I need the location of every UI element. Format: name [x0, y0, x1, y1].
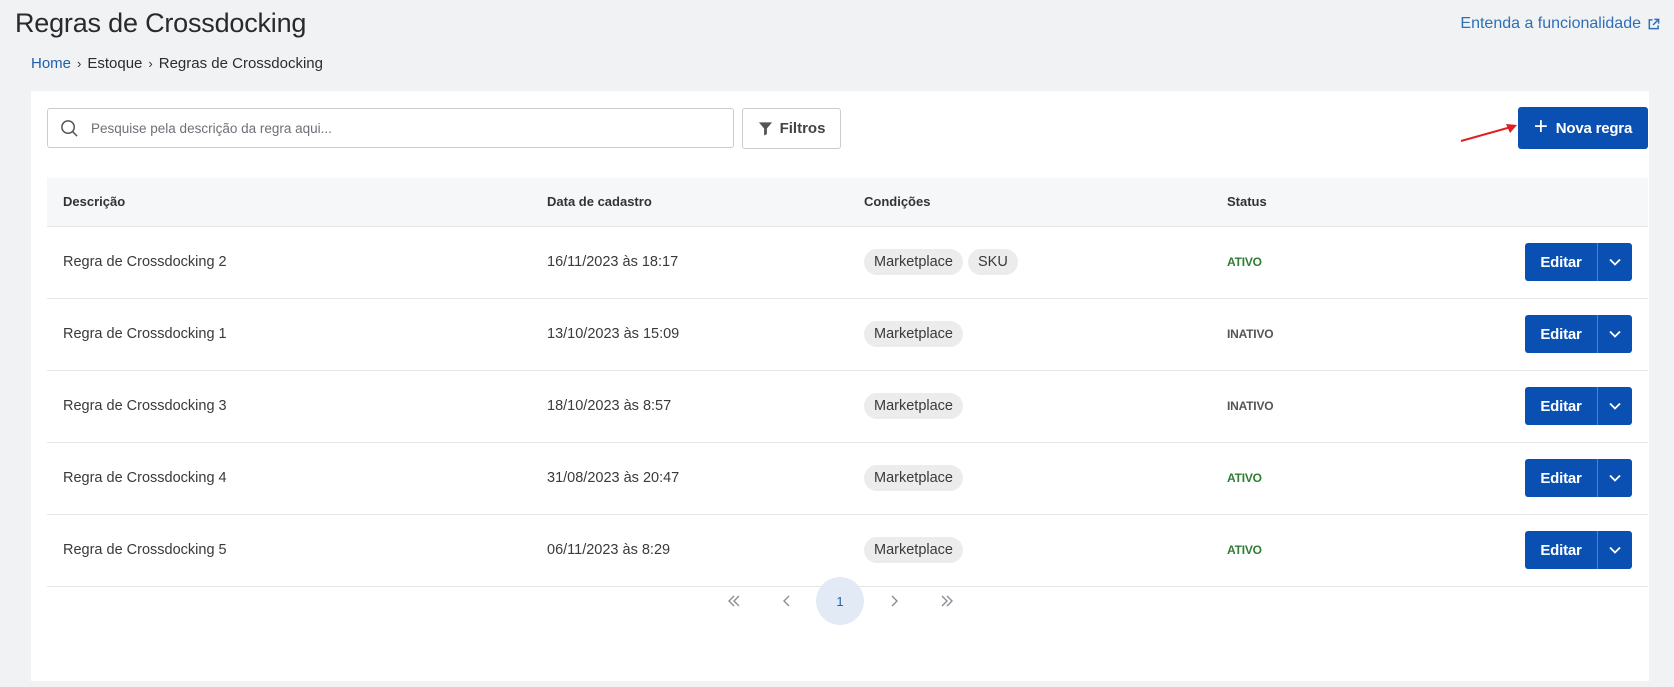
cell-condicoes: Marketplace: [864, 442, 1227, 515]
condition-chip: Marketplace: [864, 537, 963, 563]
chevron-down-icon: [1609, 474, 1621, 482]
edit-split-button: Editar: [1525, 531, 1632, 569]
edit-button[interactable]: Editar: [1525, 459, 1597, 497]
header-descricao[interactable]: Descrição: [47, 178, 547, 227]
cell-actions: Editar: [1447, 226, 1648, 299]
rules-card: Filtros + Nova regra Descrição Data de c…: [31, 91, 1649, 681]
header-condicoes[interactable]: Condições: [864, 178, 1227, 227]
cell-status: INATIVO: [1227, 370, 1447, 443]
cell-actions: Editar: [1447, 442, 1648, 515]
chevrons-left-icon: [727, 595, 739, 607]
cell-actions: Editar: [1447, 514, 1648, 587]
header-data[interactable]: Data de cadastro: [547, 178, 864, 227]
edit-button[interactable]: Editar: [1525, 243, 1597, 281]
chevron-left-icon: [782, 595, 789, 607]
breadcrumb: Home › Estoque › Regras de Crossdocking: [31, 55, 323, 72]
edit-button[interactable]: Editar: [1525, 531, 1597, 569]
new-rule-button-label: Nova regra: [1555, 119, 1633, 137]
search-box[interactable]: [47, 108, 734, 148]
edit-split-button: Editar: [1525, 459, 1632, 497]
chevron-down-icon: [1609, 546, 1621, 554]
cell-actions: Editar: [1447, 298, 1648, 371]
condition-chip: Marketplace: [864, 249, 963, 275]
header-status[interactable]: Status: [1227, 178, 1447, 227]
help-link[interactable]: Entenda a funcionalidade: [1460, 15, 1660, 33]
prev-page-button[interactable]: [760, 577, 813, 625]
condition-chip: SKU: [967, 249, 1018, 275]
search-input[interactable]: [91, 120, 691, 136]
breadcrumb-estoque[interactable]: Estoque: [87, 55, 142, 72]
chevron-down-icon: [1609, 258, 1621, 266]
more-actions-button[interactable]: [1597, 387, 1632, 425]
first-page-button[interactable]: [707, 577, 760, 625]
chevrons-right-icon: [941, 595, 953, 607]
cell-status: ATIVO: [1227, 226, 1447, 299]
cell-status: ATIVO: [1227, 442, 1447, 515]
cell-descricao: Regra de Crossdocking 5: [47, 514, 547, 587]
breadcrumb-current: Regras de Crossdocking: [158, 55, 323, 72]
cell-actions: Editar: [1447, 370, 1648, 443]
cell-data: 16/11/2023 às 18:17: [547, 226, 864, 299]
chevron-right-icon: ›: [77, 56, 82, 71]
cell-status: ATIVO: [1227, 514, 1447, 587]
condition-chip: Marketplace: [864, 465, 963, 491]
cell-data: 31/08/2023 às 20:47: [547, 442, 864, 515]
help-link-label: Entenda a funcionalidade: [1460, 15, 1641, 32]
condition-chip: Marketplace: [864, 321, 963, 347]
cell-condicoes: Marketplace: [864, 514, 1227, 587]
cell-data: 06/11/2023 às 8:29: [547, 514, 864, 587]
rules-table: Descrição Data de cadastro Condições Sta…: [47, 178, 1648, 587]
new-rule-button[interactable]: + Nova regra: [1518, 107, 1648, 149]
filter-icon: [758, 122, 772, 136]
table-header-row: Descrição Data de cadastro Condições Sta…: [47, 178, 1648, 227]
chevron-down-icon: [1609, 402, 1621, 410]
status-badge: INATIVO: [1227, 327, 1274, 341]
status-badge: ATIVO: [1227, 471, 1262, 485]
external-link-icon: [1648, 18, 1660, 29]
table-row: Regra de Crossdocking 4 31/08/2023 às 20…: [47, 442, 1648, 515]
more-actions-button[interactable]: [1597, 531, 1632, 569]
next-page-button[interactable]: [867, 577, 920, 625]
cell-status: INATIVO: [1227, 298, 1447, 371]
filter-button[interactable]: Filtros: [742, 108, 841, 149]
chevron-right-icon: ›: [148, 56, 153, 71]
more-actions-button[interactable]: [1597, 459, 1632, 497]
plus-icon: +: [1533, 113, 1548, 140]
status-badge: INATIVO: [1227, 399, 1274, 413]
table-row: Regra de Crossdocking 1 13/10/2023 às 15…: [47, 298, 1648, 371]
edit-button[interactable]: Editar: [1525, 315, 1597, 353]
cell-data: 13/10/2023 às 15:09: [547, 298, 864, 371]
filter-button-label: Filtros: [779, 120, 826, 137]
status-badge: ATIVO: [1227, 255, 1262, 269]
cell-descricao: Regra de Crossdocking 4: [47, 442, 547, 515]
chevron-down-icon: [1609, 330, 1621, 338]
edit-split-button: Editar: [1525, 243, 1632, 281]
edit-split-button: Editar: [1525, 315, 1632, 353]
cell-condicoes: Marketplace SKU: [864, 226, 1227, 299]
status-badge: ATIVO: [1227, 543, 1262, 557]
chevron-right-icon: [891, 595, 898, 607]
breadcrumb-home[interactable]: Home: [31, 55, 71, 72]
cell-data: 18/10/2023 às 8:57: [547, 370, 864, 443]
more-actions-button[interactable]: [1597, 243, 1632, 281]
pagination: 1: [31, 577, 1649, 625]
more-actions-button[interactable]: [1597, 315, 1632, 353]
cell-condicoes: Marketplace: [864, 298, 1227, 371]
table-row: Regra de Crossdocking 3 18/10/2023 às 8:…: [47, 370, 1648, 443]
cell-descricao: Regra de Crossdocking 2: [47, 226, 547, 299]
last-page-button[interactable]: [920, 577, 973, 625]
page-number-current[interactable]: 1: [816, 577, 864, 625]
table-row: Regra de Crossdocking 5 06/11/2023 às 8:…: [47, 514, 1648, 587]
header-actions: [1447, 178, 1648, 227]
annotation-arrow: [1460, 124, 1517, 142]
table-row: Regra de Crossdocking 2 16/11/2023 às 18…: [47, 226, 1648, 299]
page-title: Regras de Crossdocking: [15, 8, 307, 38]
cell-condicoes: Marketplace: [864, 370, 1227, 443]
cell-descricao: Regra de Crossdocking 3: [47, 370, 547, 443]
cell-descricao: Regra de Crossdocking 1: [47, 298, 547, 371]
edit-split-button: Editar: [1525, 387, 1632, 425]
edit-button[interactable]: Editar: [1525, 387, 1597, 425]
search-icon: [61, 119, 78, 137]
condition-chip: Marketplace: [864, 393, 963, 419]
